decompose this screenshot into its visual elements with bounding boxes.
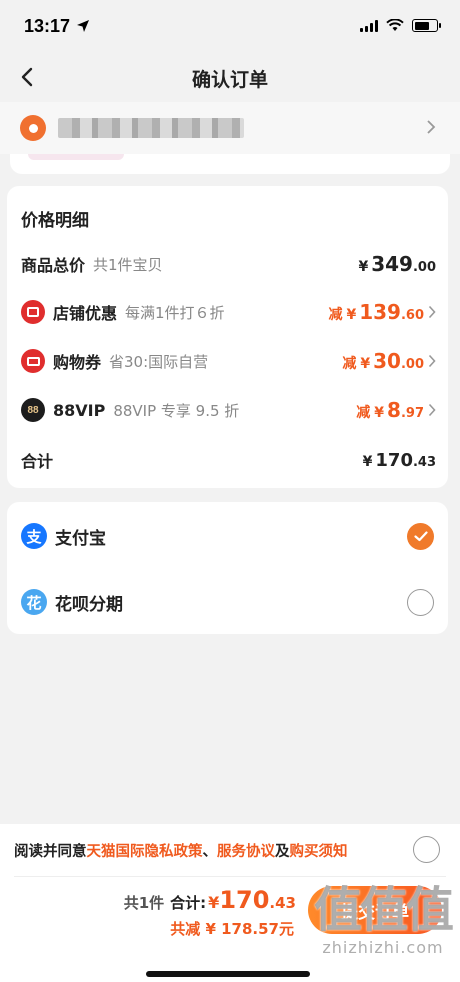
service-agreement-link[interactable]: 服务协议 — [217, 844, 275, 860]
amount-decimal: .97 — [400, 406, 424, 421]
watermark: 值值值 zhizhizhi.com — [313, 882, 454, 957]
row-total: 合计 ¥ 170 .43 — [21, 444, 436, 476]
chevron-right-icon — [427, 120, 436, 134]
item-count: 共1件 — [123, 894, 165, 912]
row-sub: 每满1件打６折 — [125, 303, 225, 322]
watermark-url: zhizhizhi.com — [322, 938, 444, 957]
row-label: 购物券 — [53, 353, 102, 372]
row-coupon[interactable]: 购物券 省30:国际自营 减 ¥ 30 .00 — [21, 345, 436, 377]
row-label: 88VIP — [53, 400, 106, 420]
radio-unchecked-icon[interactable] — [407, 588, 434, 616]
amount-decimal: .00 — [400, 357, 424, 372]
amount-integer: 170 — [375, 449, 413, 471]
order-total: 共1件 合计: ¥ 170 .43 — [124, 886, 296, 914]
privacy-policy-link[interactable]: 天猫国际隐私政策 — [87, 844, 203, 860]
total-label: 合计: — [170, 894, 207, 912]
row-amount: ¥ 170 .43 — [363, 450, 436, 471]
row-88vip[interactable]: 88 88VIP 88VIP 专享 9.5 折 减 ¥ 8 .97 — [21, 394, 436, 426]
radio-checked-icon[interactable] — [407, 522, 434, 550]
row-amount: 减 ¥ 8 .97 — [356, 398, 436, 422]
yen-sign: ¥ — [358, 259, 369, 275]
separator: 、 — [202, 844, 218, 860]
alipay-icon: 支 — [21, 523, 47, 549]
payment-label: 花呗分期 — [55, 594, 123, 615]
coupon-icon — [21, 349, 45, 373]
purchase-notice-link[interactable]: 购买须知 — [290, 844, 348, 860]
minus-prefix: 减 — [328, 307, 343, 323]
agree-prefix: 阅读并同意 — [14, 844, 87, 860]
total-integer: 170 — [219, 886, 270, 914]
row-label: 合计 — [21, 452, 54, 471]
agreement-text: 阅读并同意天猫国际隐私政策、服务协议及购买须知 — [14, 840, 348, 861]
row-sub: 88VIP 专享 9.5 折 — [113, 401, 240, 420]
nav-bar: 确认订单 — [0, 54, 460, 100]
price-detail-title: 价格明细 — [21, 211, 89, 231]
battery-icon — [412, 19, 441, 32]
huabei-icon: 花 — [21, 589, 47, 615]
signal-icon — [360, 19, 378, 32]
minus-prefix: 减 — [356, 405, 371, 421]
payment-option-alipay[interactable]: 支 支付宝 — [21, 516, 434, 556]
yen-sign: ¥ — [360, 356, 371, 372]
yen-sign: ¥ — [362, 453, 373, 470]
yen-sign: ¥ — [374, 405, 385, 421]
yen-sign: ¥ — [208, 893, 220, 912]
row-amount: 减 ¥ 139 .60 — [328, 300, 436, 324]
row-shop-discount[interactable]: 店铺优惠 每满1件打６折 减 ¥ 139 .60 — [21, 296, 436, 328]
location-pin-icon — [20, 115, 46, 141]
total-decimal: .43 — [269, 894, 296, 912]
status-icons — [360, 19, 441, 32]
payment-card: 支 支付宝 花 花呗分期 — [7, 502, 448, 634]
status-time: 13:17 — [24, 16, 71, 36]
shop-icon — [21, 300, 45, 324]
minus-prefix: 减 — [342, 356, 357, 372]
row-sub: 省30:国际自营 — [109, 352, 209, 371]
amount-integer: 30 — [373, 349, 401, 373]
chevron-right-icon — [428, 403, 436, 417]
row-label: 商品总价 — [21, 256, 86, 275]
row-goods-total: 商品总价 共1件宝贝 ¥ 349 .00 — [21, 248, 436, 280]
amount-decimal: .60 — [400, 308, 424, 323]
row-amount: 减 ¥ 30 .00 — [342, 349, 436, 373]
chevron-right-icon — [428, 305, 436, 319]
total-saved: 共减 ¥ 178.57元 — [170, 920, 294, 938]
row-sub: 共1件宝贝 — [93, 255, 163, 274]
and-text: 及 — [275, 844, 290, 860]
address-redacted — [58, 118, 244, 138]
product-card-edge — [10, 154, 450, 174]
wifi-icon — [386, 19, 404, 31]
row-label: 店铺优惠 — [53, 304, 118, 323]
amount-decimal: .00 — [412, 260, 436, 275]
price-detail-card: 价格明细 商品总价 共1件宝贝 ¥ 349 .00 店铺优惠 每满1件打６折 减… — [7, 186, 448, 488]
amount-decimal: .43 — [412, 454, 436, 470]
address-bar[interactable] — [0, 102, 460, 154]
payment-option-huabei[interactable]: 花 花呗分期 — [21, 582, 434, 622]
yen-sign: ¥ — [346, 307, 357, 323]
divider — [14, 876, 446, 877]
chevron-right-icon — [428, 354, 436, 368]
row-amount: ¥ 349 .00 — [358, 252, 436, 276]
amount-integer: 8 — [387, 398, 401, 422]
page-title: 确认订单 — [191, 69, 268, 91]
agreement-checkbox[interactable] — [413, 836, 440, 863]
payment-label: 支付宝 — [55, 528, 106, 549]
status-bar: 13:17 — [0, 0, 460, 54]
amount-integer: 349 — [371, 252, 413, 276]
amount-integer: 139 — [359, 300, 401, 324]
home-indicator — [146, 971, 310, 977]
location-arrow-icon — [77, 20, 89, 32]
checkmark-icon — [413, 530, 428, 541]
watermark-logo: 值值值 — [313, 882, 454, 938]
88vip-icon: 88 — [21, 398, 45, 422]
